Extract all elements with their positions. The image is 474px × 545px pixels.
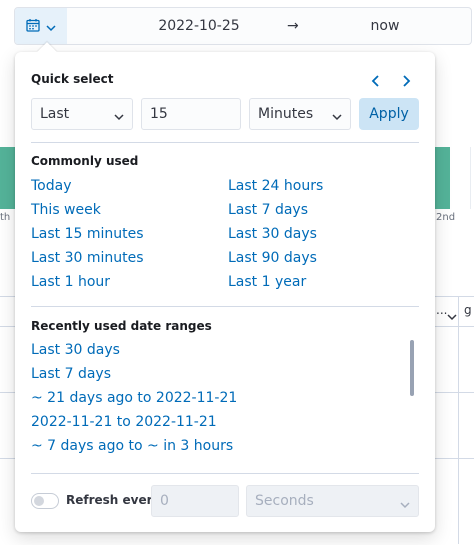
recently-used-title: Recently used date ranges xyxy=(31,319,212,333)
amount-input[interactable]: 15 xyxy=(141,98,241,130)
histogram-bar xyxy=(0,147,15,209)
commonly-used-title: Commonly used xyxy=(31,154,139,168)
refresh-interval-value: 0 xyxy=(160,493,169,509)
histogram-axis-label: 2nd xyxy=(436,212,456,223)
chevron-right-icon xyxy=(403,75,411,87)
column-sort-chevron-icon[interactable] xyxy=(447,306,457,325)
refresh-unit-select[interactable]: Seconds xyxy=(246,485,419,517)
date-picker-bar: 2022-10-25 → now xyxy=(14,7,472,45)
chevron-down-icon xyxy=(400,497,410,513)
recently-used-scrollbar[interactable] xyxy=(410,340,414,396)
commonly-used-item[interactable]: Last 7 days xyxy=(228,202,308,218)
table-column-header[interactable]: g xyxy=(464,303,472,317)
next-range-button[interactable] xyxy=(397,72,415,90)
direction-select[interactable]: Last xyxy=(31,98,133,130)
quick-select-popover: Quick select Last 15 Minutes Apply Commo… xyxy=(15,42,435,532)
grid-line xyxy=(470,147,471,209)
chevron-down-icon xyxy=(114,109,124,125)
commonly-used-item[interactable]: Last 1 hour xyxy=(31,274,110,290)
toggle-knob xyxy=(34,496,44,506)
commonly-used-item[interactable]: Last 90 days xyxy=(228,250,317,266)
unit-select[interactable]: Minutes xyxy=(249,98,351,130)
quick-menu-button[interactable] xyxy=(15,8,67,44)
recently-used-item[interactable]: ~ 7 days ago to ~ in 3 hours xyxy=(31,438,233,454)
commonly-used-item[interactable]: Last 15 minutes xyxy=(31,226,144,242)
refresh-interval-input[interactable]: 0 xyxy=(151,485,239,517)
range-arrow: → xyxy=(287,18,299,34)
commonly-used-item[interactable]: Last 30 days xyxy=(228,226,317,242)
section-divider xyxy=(31,306,419,307)
chevron-down-icon xyxy=(46,17,56,36)
previous-range-button[interactable] xyxy=(367,72,385,90)
refresh-toggle[interactable] xyxy=(31,493,59,509)
commonly-used-item[interactable]: Last 30 minutes xyxy=(31,250,144,266)
table-column-header[interactable]: ... xyxy=(436,303,447,317)
section-divider xyxy=(31,142,419,143)
direction-value: Last xyxy=(40,106,70,122)
commonly-used-item[interactable]: This week xyxy=(31,202,101,218)
section-divider xyxy=(31,473,419,474)
quick-select-title: Quick select xyxy=(31,72,114,86)
chevron-down-icon xyxy=(332,109,342,125)
apply-button[interactable]: Apply xyxy=(359,98,419,130)
histogram-bar xyxy=(434,147,450,209)
histogram-axis-label: th xyxy=(0,212,11,223)
recently-used-item[interactable]: 2022-11-21 to 2022-11-21 xyxy=(31,414,217,430)
recently-used-item[interactable]: Last 30 days xyxy=(31,342,120,358)
refresh-unit-value: Seconds xyxy=(255,493,314,509)
start-date[interactable]: 2022-10-25 xyxy=(139,18,259,34)
commonly-used-item[interactable]: Today xyxy=(31,178,72,194)
calendar-icon xyxy=(26,17,40,36)
unit-value: Minutes xyxy=(258,106,314,122)
recently-used-item[interactable]: Last 7 days xyxy=(31,366,111,382)
recently-used-item[interactable]: ~ 21 days ago to 2022-11-21 xyxy=(31,390,237,406)
amount-value: 15 xyxy=(150,106,168,122)
commonly-used-item[interactable]: Last 24 hours xyxy=(228,178,323,194)
commonly-used-item[interactable]: Last 1 year xyxy=(228,274,306,290)
table-column-border xyxy=(458,296,459,544)
end-date[interactable]: now xyxy=(345,18,425,34)
refresh-label: Refresh every xyxy=(66,493,161,507)
chevron-left-icon xyxy=(371,75,379,87)
